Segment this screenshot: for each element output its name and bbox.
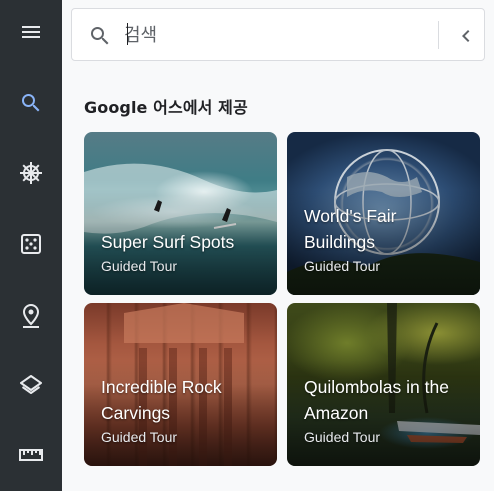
tour-card-quilombolas[interactable]: Quilombolas in the Amazon Guided Tour: [287, 303, 480, 466]
map-style-button[interactable]: [0, 365, 62, 405]
dice-icon: [21, 234, 41, 254]
tour-card-rock-carvings[interactable]: Incredible Rock Carvings Guided Tour: [84, 303, 277, 466]
card-title: Quilombolas in the Amazon: [304, 377, 449, 423]
menu-button[interactable]: [0, 12, 62, 52]
tour-card-surf[interactable]: Super Surf Spots Guided Tour: [84, 132, 277, 295]
card-subtitle: Guided Tour: [101, 429, 178, 445]
card-title: Incredible Rock Carvings: [101, 377, 222, 423]
collapse-panel-button[interactable]: [452, 22, 480, 50]
projects-button[interactable]: [0, 296, 62, 336]
ruler-icon: [19, 449, 43, 461]
place-pin-icon: [22, 303, 40, 328]
card-title: World's Fair Buildings: [304, 206, 397, 252]
search-rail-button[interactable]: [0, 83, 62, 123]
search-input[interactable]: [124, 21, 424, 49]
ship-wheel-icon: [20, 162, 42, 184]
text-cursor: [127, 23, 128, 45]
chevron-left-icon: [462, 30, 470, 42]
section-title: Google 어스에서 제공: [84, 98, 248, 117]
search-box: [71, 8, 485, 61]
navigation-rail: [0, 0, 62, 491]
search-icon: [22, 94, 40, 112]
card-subtitle: Guided Tour: [304, 258, 381, 274]
card-subtitle: Guided Tour: [304, 429, 381, 445]
menu-icon: [22, 26, 40, 38]
card-title: Super Surf Spots: [101, 232, 235, 252]
search-divider: [438, 21, 439, 49]
card-subtitle: Guided Tour: [101, 258, 178, 274]
search-icon: [91, 27, 109, 45]
feeling-lucky-button[interactable]: [0, 224, 62, 264]
measure-button[interactable]: [0, 435, 62, 475]
tour-card-worlds-fair[interactable]: World's Fair Buildings Guided Tour: [287, 132, 480, 295]
voyager-button[interactable]: [0, 153, 62, 193]
layers-icon: [20, 375, 42, 394]
search-panel: Google 어스에서 제공 Super Surf Spots Guided T…: [62, 0, 494, 491]
